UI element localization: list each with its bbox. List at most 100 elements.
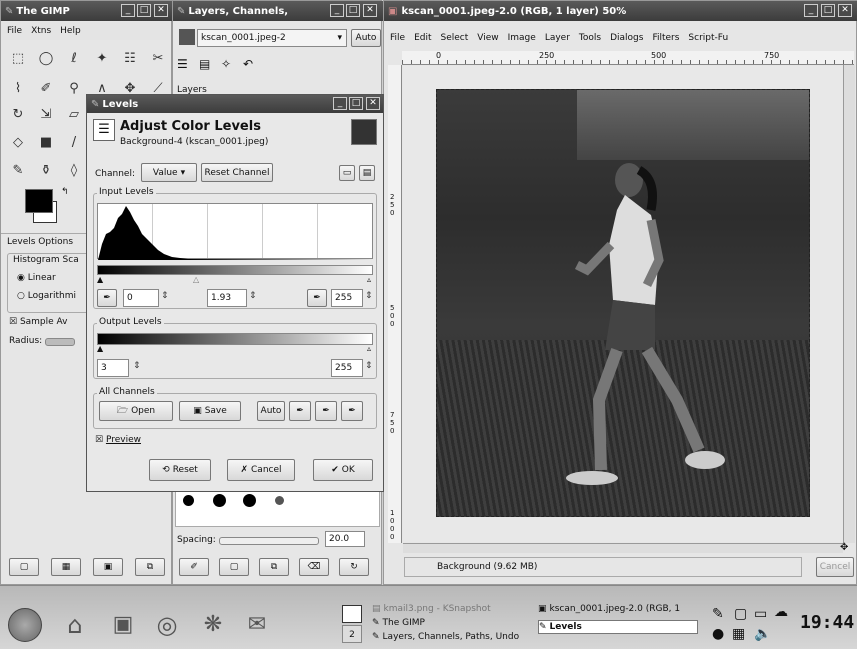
brush-dot-2[interactable] xyxy=(213,494,226,507)
paths-icon[interactable]: ⌇ xyxy=(9,79,27,97)
reset-button[interactable]: ⟲ Reset xyxy=(149,459,211,481)
tray-klipper-icon[interactable]: ▢ xyxy=(734,606,747,622)
brush-new-button[interactable]: ▢ xyxy=(219,558,249,576)
navigate-icon[interactable]: ✥ xyxy=(840,542,848,553)
menu-dialogs[interactable]: Dialogs xyxy=(610,33,643,43)
office-icon[interactable]: ✉ xyxy=(240,608,274,642)
close-button[interactable]: ✕ xyxy=(363,4,377,17)
output-low-spinner[interactable]: ⇕ xyxy=(133,361,141,371)
toolbox-bottom-button-1[interactable]: ▢ xyxy=(9,558,39,576)
help-icon[interactable]: ❋ xyxy=(196,608,230,642)
photo-image[interactable] xyxy=(436,89,810,517)
output-high-handle[interactable]: ▵ xyxy=(367,344,371,353)
horizontal-ruler[interactable] xyxy=(402,51,854,65)
tray-volume-icon[interactable]: 🔈 xyxy=(754,626,771,642)
scissors-icon[interactable]: ✂ xyxy=(149,49,167,67)
channel-dropdown[interactable]: Value ▾ xyxy=(141,163,197,182)
maximize-button[interactable]: □ xyxy=(821,4,835,17)
task-levels[interactable]: ✎ Levels xyxy=(538,620,698,634)
brush-edit-button[interactable]: ✐ xyxy=(179,558,209,576)
tray-display-icon[interactable]: ▦ xyxy=(732,626,745,642)
close-button[interactable]: ✕ xyxy=(366,97,380,110)
tray-monitor-icon[interactable]: ▭ xyxy=(754,606,767,622)
browser-icon[interactable]: ◎ xyxy=(150,608,184,642)
radius-slider[interactable] xyxy=(45,338,75,346)
output-low-handle[interactable]: ▲ xyxy=(97,344,103,353)
menu-layer[interactable]: Layer xyxy=(545,33,570,43)
reset-channel-button[interactable]: Reset Channel xyxy=(201,163,273,182)
menu-filters[interactable]: Filters xyxy=(652,33,679,43)
minimize-button[interactable]: _ xyxy=(121,4,135,17)
menu-select[interactable]: Select xyxy=(441,33,469,43)
black-point-picker[interactable]: ✒ xyxy=(97,289,117,307)
rect-select-icon[interactable]: ⬚ xyxy=(9,49,27,67)
input-gamma-handle[interactable]: △ xyxy=(193,275,199,284)
input-gamma-field[interactable]: 1.93 xyxy=(207,289,247,307)
input-low-spinner[interactable]: ⇕ xyxy=(161,291,169,301)
zoom-icon[interactable]: ⚲ xyxy=(65,79,83,97)
smudge-icon[interactable]: ◊ xyxy=(65,161,83,179)
save-button[interactable]: ▣ Save xyxy=(179,401,241,421)
output-low-field[interactable]: 3 xyxy=(97,359,129,377)
log-histogram-button[interactable]: ▤ xyxy=(359,165,375,181)
gradient-icon[interactable]: ■ xyxy=(37,133,55,151)
image-select-dropdown[interactable]: kscan_0001.jpeg-2 ▾ xyxy=(197,29,347,47)
toolbox-bottom-button-2[interactable]: ▦ xyxy=(51,558,81,576)
tray-gimp-icon[interactable]: ✎ xyxy=(712,606,724,622)
brush-dot-4[interactable] xyxy=(275,496,284,505)
maximize-button[interactable]: □ xyxy=(137,4,151,17)
swap-colors-icon[interactable]: ↰ xyxy=(61,187,69,197)
brush-dot-1[interactable] xyxy=(183,495,194,506)
spacing-slider[interactable] xyxy=(219,537,319,545)
task-image[interactable]: ▣ kscan_0001.jpeg-2.0 (RGB, 1 xyxy=(538,604,698,614)
cancel-button[interactable]: ✗ Cancel xyxy=(227,459,295,481)
color-select-icon[interactable]: ☷ xyxy=(121,49,139,67)
menu-xtns[interactable]: Xtns xyxy=(31,26,51,36)
status-cancel-button[interactable]: Cancel xyxy=(816,557,854,577)
output-high-field[interactable]: 255 xyxy=(331,359,363,377)
shear-icon[interactable]: ▱ xyxy=(65,105,83,123)
menu-file[interactable]: File xyxy=(7,26,22,36)
maximize-button[interactable]: □ xyxy=(349,97,363,110)
input-high-spinner[interactable]: ⇕ xyxy=(365,291,373,301)
pager-desktop-1[interactable] xyxy=(342,605,362,623)
input-gamma-spinner[interactable]: ⇕ xyxy=(249,291,257,301)
sample-average-checkbox[interactable]: ☒ Sample Av xyxy=(9,317,68,327)
auto-button[interactable]: Auto xyxy=(257,401,285,421)
pager-desktop-2[interactable]: 2 xyxy=(342,625,362,643)
image-titlebar[interactable]: ▣ kscan_0001.jpeg-2.0 (RGB, 1 layer) 50% xyxy=(384,1,857,21)
preview-checkbox[interactable]: ☒ Preview xyxy=(95,435,141,445)
menu-view[interactable]: View xyxy=(477,33,498,43)
tab-channels[interactable]: ▤ xyxy=(199,57,219,77)
tab-layers[interactable]: ☰ xyxy=(177,57,197,77)
fuzzy-select-icon[interactable]: ✦ xyxy=(93,49,111,67)
home-icon[interactable]: ⌂ xyxy=(58,608,92,642)
vertical-scrollbar[interactable] xyxy=(843,65,855,543)
brush-dot-3[interactable] xyxy=(243,494,256,507)
menu-help[interactable]: Help xyxy=(60,26,81,36)
pencil-icon[interactable]: / xyxy=(65,133,83,151)
tray-update-icon[interactable]: ● xyxy=(712,626,724,642)
bucket-fill-icon[interactable]: ◇ xyxy=(9,133,27,151)
task-ksnapshot[interactable]: ▤ kmail3.png - KSnapshot xyxy=(372,604,532,614)
linear-radio[interactable]: ◉ Linear xyxy=(17,273,56,283)
input-low-field[interactable]: 0 xyxy=(123,289,159,307)
brush-delete-button[interactable]: ⌫ xyxy=(299,558,329,576)
pick-white-button[interactable]: ✒ xyxy=(341,401,363,421)
minimize-button[interactable]: _ xyxy=(804,4,818,17)
tab-paths[interactable]: ✧ xyxy=(221,57,241,77)
toolbox-bottom-button-4[interactable]: ⧉ xyxy=(135,558,165,576)
pick-black-button[interactable]: ✒ xyxy=(289,401,311,421)
pick-gray-button[interactable]: ✒ xyxy=(315,401,337,421)
foreground-color-swatch[interactable] xyxy=(25,189,53,213)
clock[interactable]: 19:44 xyxy=(800,612,854,633)
airbrush-icon[interactable]: ✎ xyxy=(9,161,27,179)
menu-script-fu[interactable]: Script-Fu xyxy=(688,33,728,43)
auto-button[interactable]: Auto xyxy=(351,29,381,47)
minimize-button[interactable]: _ xyxy=(333,97,347,110)
input-low-handle[interactable]: ▲ xyxy=(97,275,103,284)
kmenu-icon[interactable] xyxy=(8,608,42,642)
clone-icon[interactable]: ⚱ xyxy=(37,161,55,179)
menu-edit[interactable]: Edit xyxy=(414,33,431,43)
logarithmic-radio[interactable]: ○ Logarithmi xyxy=(17,291,76,301)
